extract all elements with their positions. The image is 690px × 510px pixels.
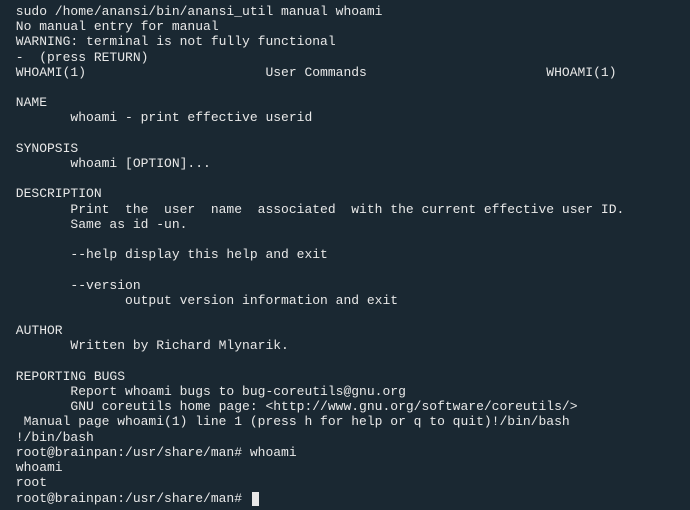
terminal-line: --help display this help and exit <box>8 247 682 262</box>
terminal-line: - (press RETURN) <box>8 50 682 65</box>
terminal-line: !/bin/bash <box>8 430 682 445</box>
terminal-line: GNU coreutils home page: <http://www.gnu… <box>8 399 682 414</box>
terminal-line: whoami - print effective userid <box>8 110 682 125</box>
terminal-line: Manual page whoami(1) line 1 (press h fo… <box>8 414 682 429</box>
terminal-line: Written by Richard Mlynarik. <box>8 338 682 353</box>
terminal-line <box>8 126 682 141</box>
terminal-output[interactable]: sudo /home/anansi/bin/anansi_util manual… <box>8 4 682 506</box>
man-section-author: AUTHOR <box>8 323 682 338</box>
terminal-line: Print the user name associated with the … <box>8 202 682 217</box>
cursor-icon <box>252 492 259 506</box>
terminal-line: --version <box>8 278 682 293</box>
terminal-line: Report whoami bugs to bug-coreutils@gnu.… <box>8 384 682 399</box>
man-section-synopsis: SYNOPSIS <box>8 141 682 156</box>
terminal-line: WARNING: terminal is not fully functiona… <box>8 34 682 49</box>
terminal-line <box>8 262 682 277</box>
shell-prompt-active[interactable]: root@brainpan:/usr/share/man# <box>8 491 682 506</box>
man-header: WHOAMI(1) User Commands WHOAMI(1) <box>8 65 682 80</box>
terminal-line <box>8 308 682 323</box>
terminal-line: whoami [OPTION]... <box>8 156 682 171</box>
man-section-name: NAME <box>8 95 682 110</box>
terminal-line: sudo /home/anansi/bin/anansi_util manual… <box>8 4 682 19</box>
shell-prompt: root@brainpan:/usr/share/man# whoami <box>8 445 682 460</box>
man-section-bugs: REPORTING BUGS <box>8 369 682 384</box>
terminal-line: output version information and exit <box>8 293 682 308</box>
prompt-text: root@brainpan:/usr/share/man# <box>8 491 250 506</box>
terminal-line <box>8 232 682 247</box>
terminal-line: whoami <box>8 460 682 475</box>
command-output: root <box>8 475 682 490</box>
terminal-line: Same as id -un. <box>8 217 682 232</box>
terminal-line <box>8 354 682 369</box>
terminal-line <box>8 80 682 95</box>
terminal-line: No manual entry for manual <box>8 19 682 34</box>
man-section-description: DESCRIPTION <box>8 186 682 201</box>
terminal-line <box>8 171 682 186</box>
